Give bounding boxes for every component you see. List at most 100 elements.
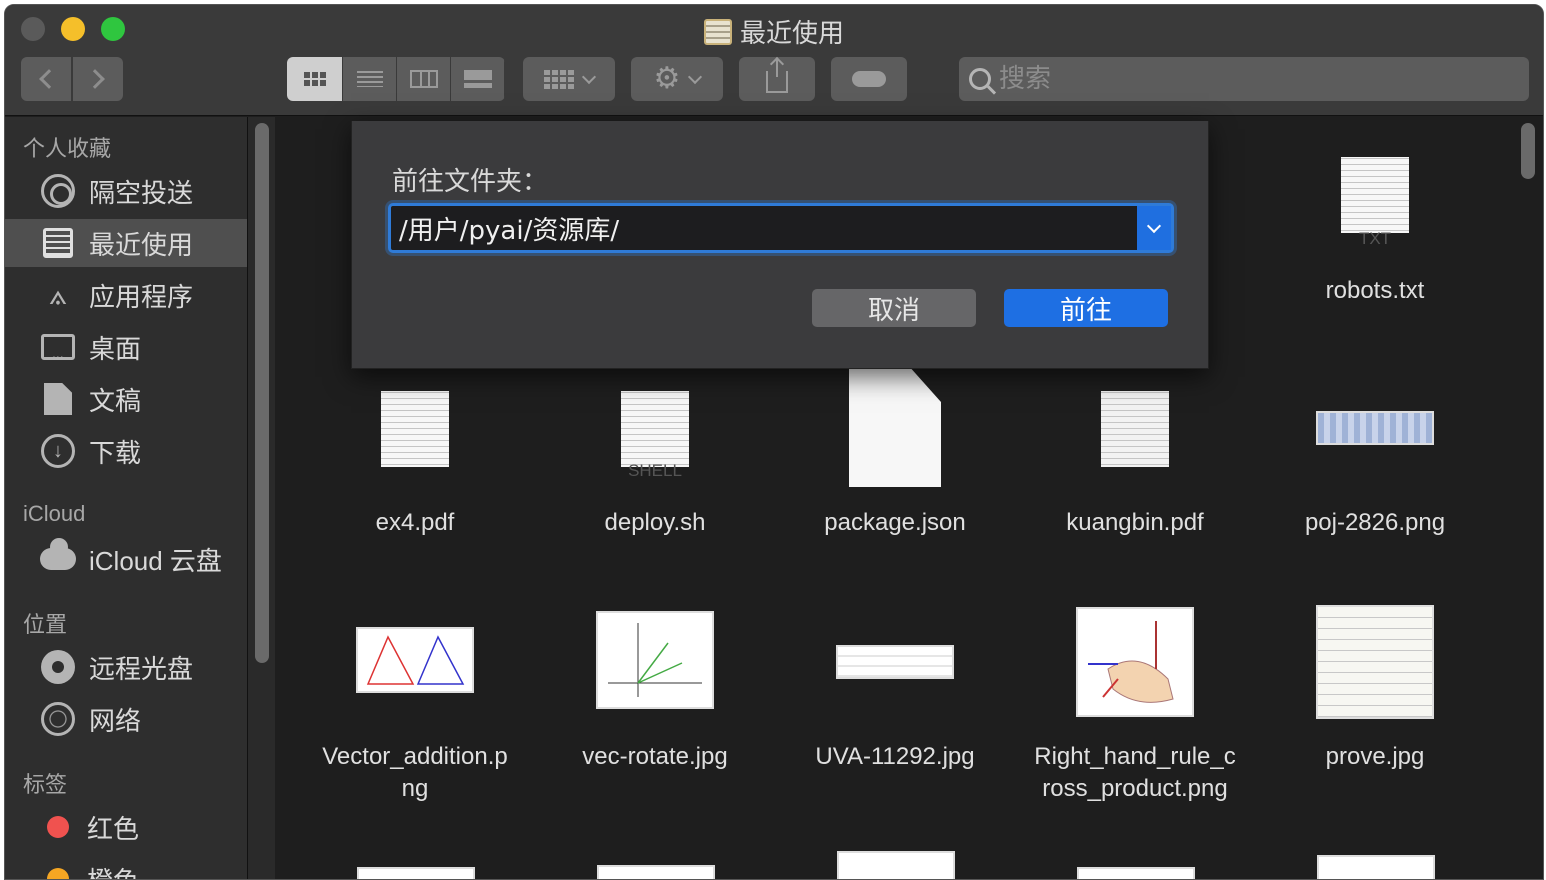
go-button[interactable]: 前往 <box>1004 289 1168 327</box>
folder-path-combobox[interactable] <box>388 203 1174 253</box>
sidebar-item-label: 桌面 <box>89 333 142 364</box>
file-item[interactable]: Right_hand_rule_c ross_product.png <box>1015 605 1255 815</box>
share-button[interactable] <box>739 57 815 101</box>
list-icon <box>356 71 383 87</box>
file-item[interactable]: TXT robots.txt <box>1255 135 1495 315</box>
sidebar-item-tag-orange[interactable]: 橙色 <box>5 855 247 880</box>
file-item[interactable]: UVA-11292.jpg <box>775 605 1015 815</box>
folder-path-input[interactable] <box>399 210 1129 246</box>
file-name: ex4.pdf <box>375 509 455 536</box>
dialog-label: 前往文件夹： <box>392 166 549 196</box>
back-button[interactable] <box>21 57 71 101</box>
group-grid-icon <box>544 69 574 89</box>
search-field[interactable] <box>959 57 1529 101</box>
window-title: 最近使用 <box>5 13 1543 50</box>
sidebar-item-icloud-drive[interactable]: iCloud 云盘 <box>5 535 247 583</box>
file-name: poj-2826.png <box>1304 509 1446 536</box>
sidebar-item-documents[interactable]: 文稿 <box>5 375 247 423</box>
orange-tag-dot-icon <box>47 868 69 879</box>
sidebar-item-label: 网络 <box>89 705 142 736</box>
sidebar-item-applications[interactable]: ⟑ 应用程序 <box>5 271 247 319</box>
file-name: deploy.sh <box>604 509 706 536</box>
file-name: robots.txt <box>1325 277 1425 304</box>
red-tag-dot-icon <box>47 816 69 838</box>
file-name: prove.jpg <box>1325 743 1425 770</box>
sidebar-item-label: 橙色 <box>87 861 139 880</box>
image-thumbnail <box>356 627 474 693</box>
image-thumbnail <box>1076 607 1194 717</box>
gear-icon: ⚙ <box>653 62 681 95</box>
file-type-label: TXT <box>1358 229 1392 248</box>
tags-button[interactable] <box>831 57 907 101</box>
share-icon <box>766 59 788 93</box>
file-name: package.json <box>824 509 966 536</box>
path-history-dropdown[interactable] <box>1137 206 1171 250</box>
chevron-down-icon <box>1146 218 1162 234</box>
sidebar-section-locations: 位置 <box>23 612 68 637</box>
sidebar-item-tag-red[interactable]: 红色 <box>5 803 247 851</box>
sidebar-section-icloud: iCloud <box>23 501 86 526</box>
sidebar-item-desktop[interactable]: 桌面 <box>5 323 247 371</box>
file-item[interactable]: SHELL deploy.sh <box>535 365 775 545</box>
airdrop-icon <box>41 174 75 208</box>
sidebar-item-airdrop[interactable]: 隔空投送 <box>5 167 247 215</box>
file-item[interactable]: vec-rotate.jpg <box>535 605 775 815</box>
titlebar: 最近使用 ⚙ <box>5 5 1543 116</box>
file-item[interactable]: poj-2826.png <box>1255 365 1495 545</box>
sidebar-item-remote-disc[interactable]: 远程光盘 <box>5 643 247 691</box>
image-thumbnail <box>1077 867 1195 879</box>
file-item[interactable]: prove.jpg <box>1255 605 1495 815</box>
recents-folder-icon <box>703 18 732 45</box>
image-thumbnail <box>597 865 715 879</box>
chevron-down-icon <box>581 69 597 85</box>
sidebar-item-label: 应用程序 <box>89 281 194 312</box>
gallery-icon <box>463 70 492 88</box>
sidebar-item-label: 下载 <box>89 437 142 468</box>
icon-view-button[interactable] <box>287 57 343 101</box>
json-document-icon <box>849 369 941 487</box>
sidebar-item-downloads[interactable]: ↓ 下载 <box>5 427 247 475</box>
window-title-text: 最近使用 <box>739 18 844 48</box>
image-thumbnail <box>1316 605 1434 719</box>
pdf-document-icon <box>369 369 461 487</box>
search-input[interactable] <box>999 64 1499 94</box>
file-item[interactable]: ex4.pdf <box>295 365 535 545</box>
sidebar-section-tags: 标签 <box>23 772 68 797</box>
sidebar-item-network[interactable]: 网络 <box>5 695 247 743</box>
go-to-folder-dialog: 前往文件夹： 取消 前往 <box>351 121 1209 369</box>
right-hand-rule-icon <box>1088 621 1174 703</box>
list-view-button[interactable] <box>343 57 397 101</box>
file-name: Vector_addition.p ng <box>322 743 508 802</box>
finder-window: 最近使用 ⚙ 个人收藏 隔空投送 <box>4 4 1544 880</box>
file-item[interactable]: kuangbin.pdf <box>1015 365 1255 545</box>
sidebar-item-label: 远程光盘 <box>89 653 194 684</box>
columns-icon <box>409 70 438 88</box>
search-icon <box>969 68 991 90</box>
downloads-icon: ↓ <box>41 434 75 468</box>
sidebar-item-label: 隔空投送 <box>89 177 194 208</box>
tag-icon <box>852 71 886 87</box>
desktop-icon <box>41 334 75 361</box>
sidebar-scrollbar[interactable] <box>255 123 269 663</box>
forward-button[interactable] <box>73 57 123 101</box>
file-item[interactable]: package.json <box>775 365 1015 545</box>
vector-diagram-icon <box>366 635 465 685</box>
cancel-button[interactable]: 取消 <box>812 289 976 327</box>
chevron-down-icon <box>688 69 703 85</box>
chevron-left-icon <box>39 69 59 89</box>
column-view-button[interactable] <box>397 57 451 101</box>
sidebar-item-label: 红色 <box>87 813 140 844</box>
sidebar-section-favorites: 个人收藏 <box>23 136 112 161</box>
group-button[interactable] <box>523 57 615 101</box>
file-name: Right_hand_rule_c ross_product.png <box>1034 743 1236 802</box>
content-scrollbar[interactable] <box>1521 123 1535 179</box>
file-item[interactable]: Vector_addition.p ng <box>295 605 535 815</box>
image-thumbnail <box>596 611 714 709</box>
action-button[interactable]: ⚙ <box>631 57 723 101</box>
gallery-view-button[interactable] <box>451 57 505 101</box>
image-thumbnail <box>357 867 475 879</box>
recents-icon <box>43 228 73 258</box>
chevron-right-icon <box>85 69 105 89</box>
sidebar-item-label: 文稿 <box>89 385 142 416</box>
sidebar-item-recents[interactable]: 最近使用 <box>5 219 247 267</box>
